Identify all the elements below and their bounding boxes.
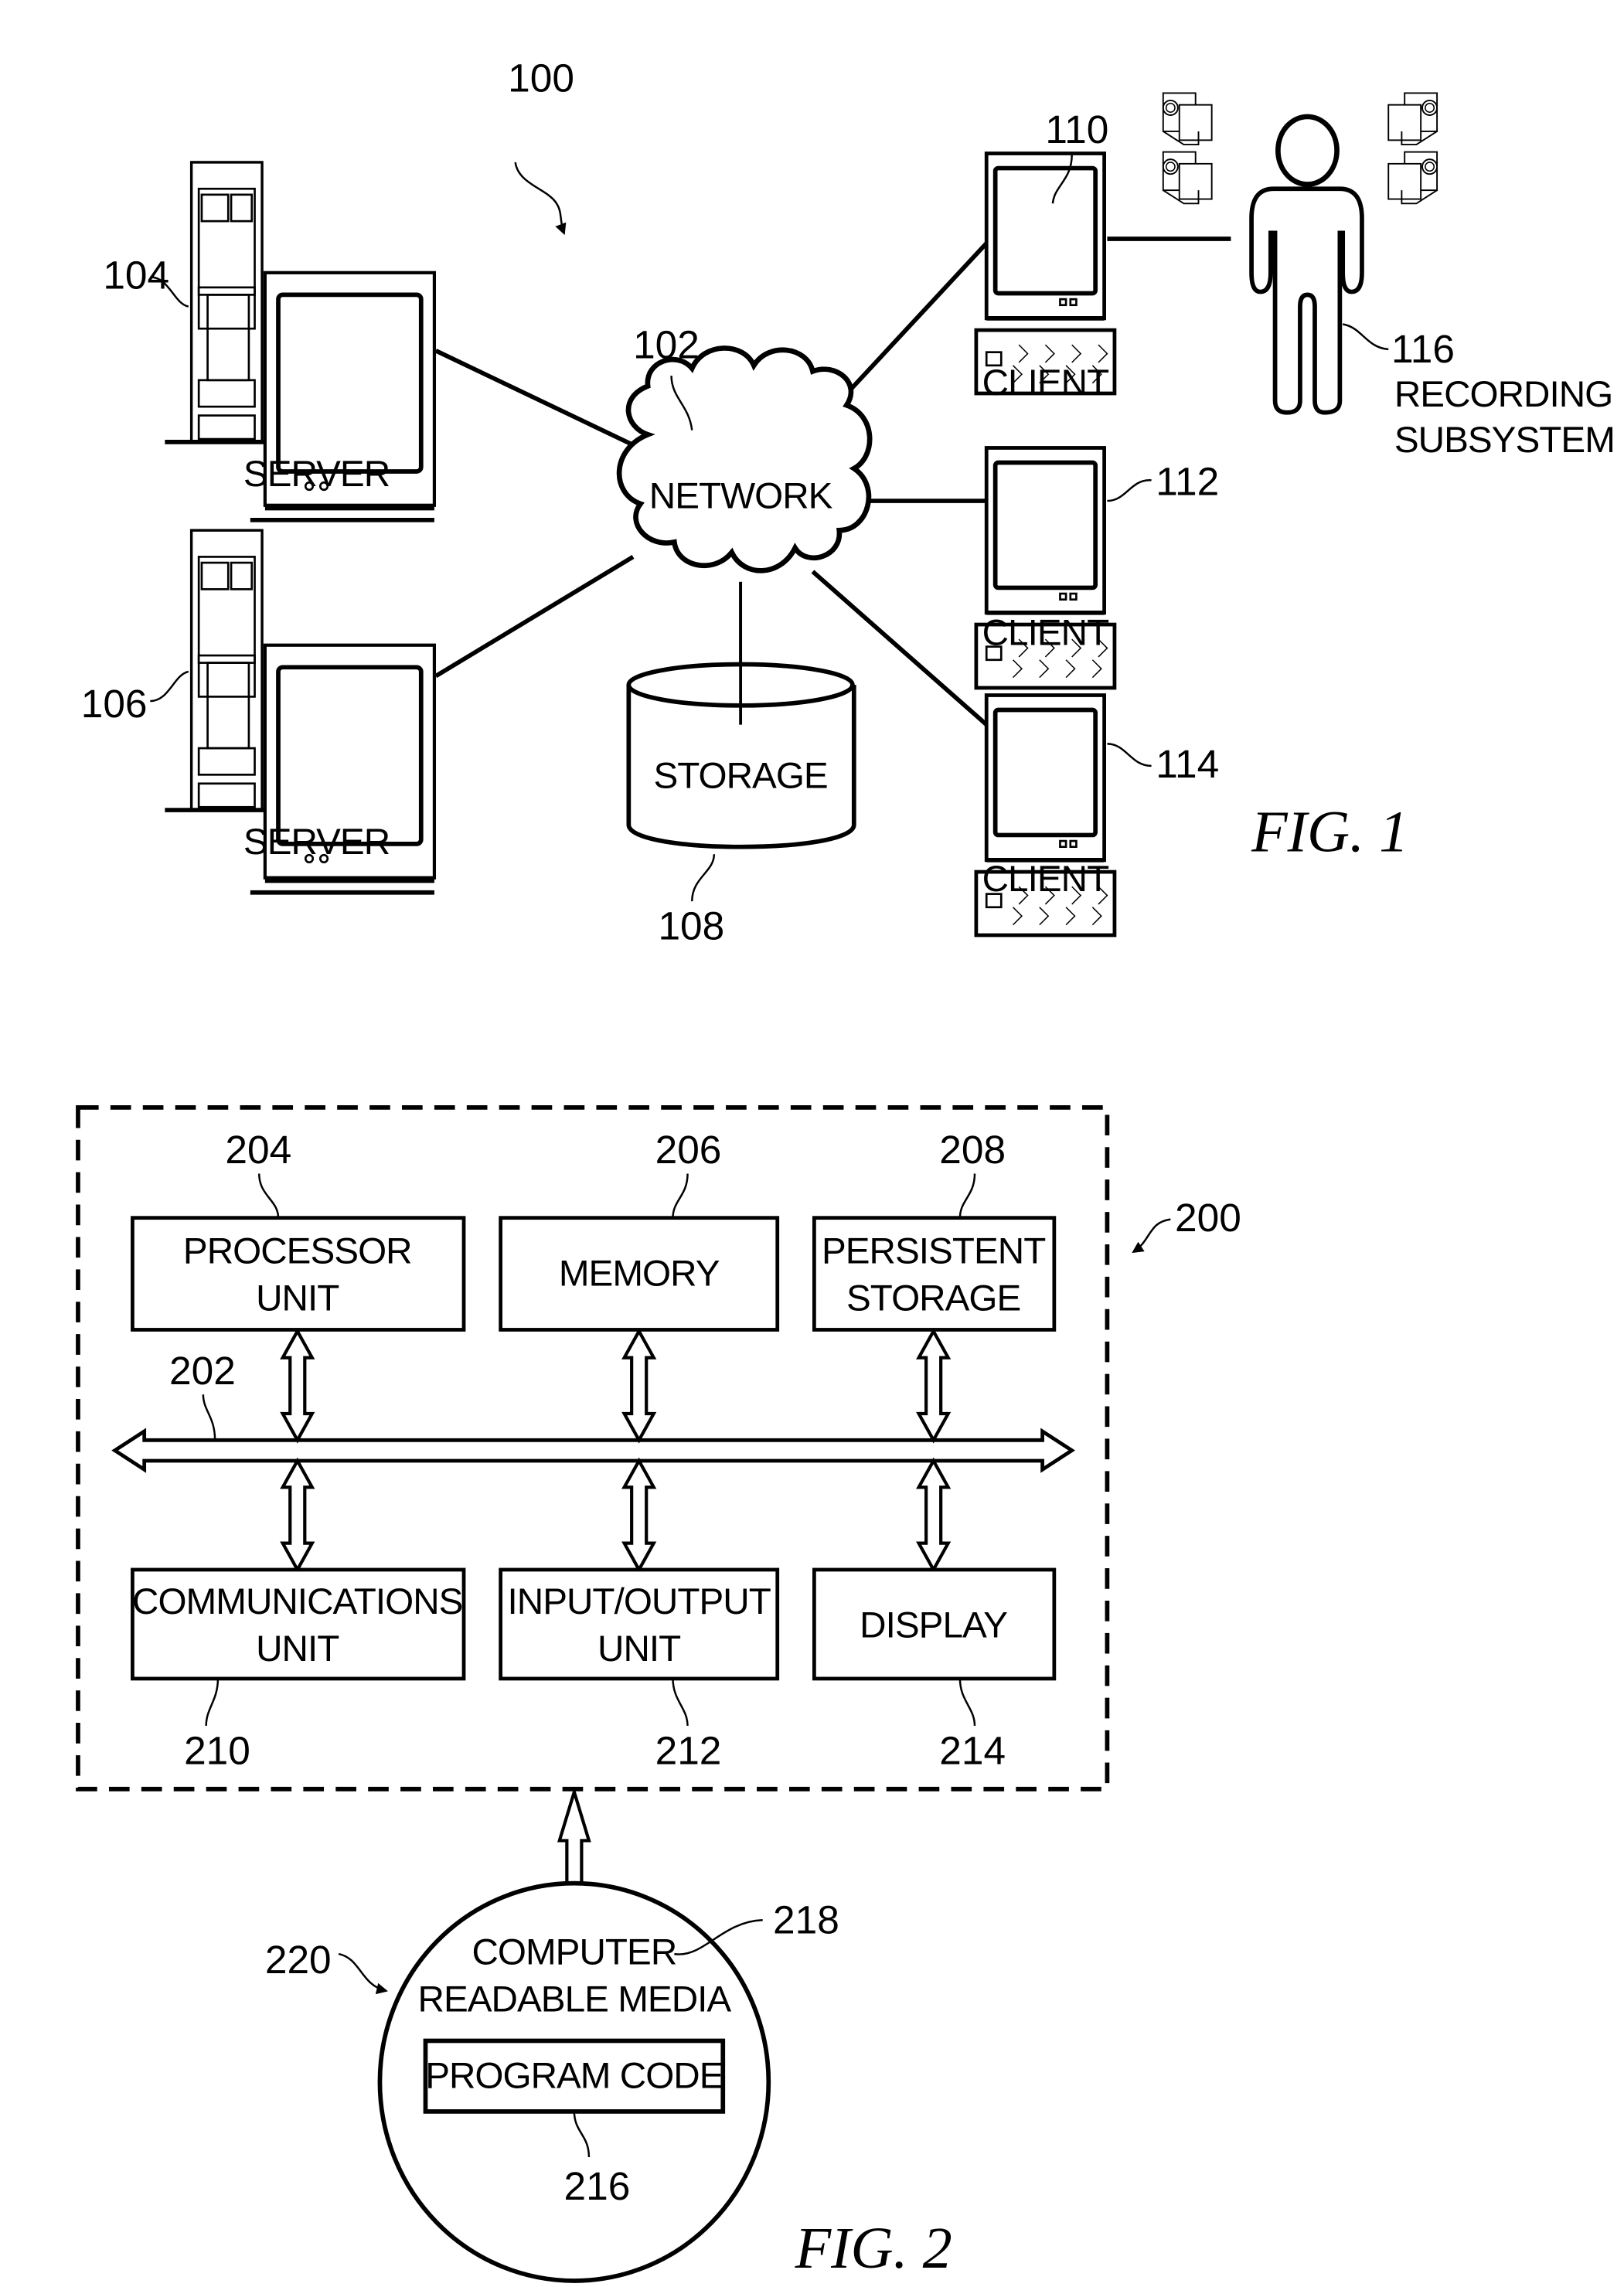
recording-label-line2: SUBSYSTEM <box>1394 420 1615 461</box>
ref-210: 210 <box>184 1727 250 1772</box>
storage-108[interactable]: STORAGE 108 <box>626 581 856 948</box>
ref-100: 100 <box>508 56 574 100</box>
ref-100-arrow <box>514 162 567 236</box>
block-label: INPUT/OUTPUT <box>508 1581 771 1622</box>
ref-202: 202 <box>169 1348 236 1393</box>
ref-214-leader <box>958 1678 976 1726</box>
server-104[interactable]: 104 SERVER <box>103 162 434 520</box>
camera-icon <box>1387 92 1438 146</box>
client-112[interactable]: CLIENT 112 <box>976 448 1219 687</box>
cloud-icon <box>616 345 873 573</box>
block-label: MEMORY <box>559 1253 720 1294</box>
ref-202-leader <box>202 1394 216 1441</box>
load-arrow <box>557 1786 591 1887</box>
bidirectional-arrow <box>916 1457 952 1574</box>
ref-106-leader <box>150 670 189 703</box>
recording-label-line1: RECORDING <box>1394 374 1612 415</box>
ref-204: 204 <box>225 1127 291 1172</box>
block-input-output-unit-212[interactable]: INPUT/OUTPUT UNIT 212 <box>499 1567 780 1772</box>
media-label-line1: COMPUTER <box>472 1931 676 1972</box>
client-114-label: CLIENT <box>982 859 1109 900</box>
storage-label: STORAGE <box>653 755 827 796</box>
block-display-214[interactable]: DISPLAY 214 <box>812 1567 1057 1772</box>
client-110-label: CLIENT <box>982 362 1109 403</box>
ref-116: 116 <box>1391 326 1455 371</box>
block-persistent-storage-208[interactable]: PERSISTENT STORAGE 208 <box>812 1127 1057 1332</box>
patent-drawing-sheet: 100 104 SERVER 106 SERVER NETWORK 102 ST… <box>76 56 1615 2283</box>
block-memory-206[interactable]: MEMORY 208 206 <box>499 1127 780 1332</box>
camera-icon <box>1162 151 1213 205</box>
ref-200: 200 <box>1175 1195 1241 1240</box>
bidirectional-arrow <box>280 1328 315 1444</box>
link-server-106 <box>434 554 635 679</box>
ref-108-leader <box>691 854 716 902</box>
block-processor-unit-204[interactable]: PROCESSOR UNIT 204 <box>131 1127 466 1332</box>
ref-208: 208 <box>939 1127 1006 1172</box>
fig1-diagram: 100 104 SERVER 106 SERVER NETWORK 102 ST… <box>81 56 1615 948</box>
client-110[interactable]: CLIENT 110 <box>976 107 1115 403</box>
ref-112: 112 <box>1156 458 1219 503</box>
block-label: DISPLAY <box>860 1605 1007 1646</box>
ref-210-leader <box>205 1678 220 1726</box>
block-label: UNIT <box>256 1628 339 1669</box>
ref-220-arrow <box>338 1952 388 1995</box>
block-communications-unit-210[interactable]: COMMUNICATIONS UNIT 210 <box>131 1567 466 1772</box>
bidirectional-arrow <box>280 1457 315 1574</box>
ref-216: 216 <box>564 2163 631 2208</box>
ref-108: 108 <box>658 904 724 948</box>
ref-206: 206 <box>655 1127 722 1172</box>
bus-double-arrow <box>111 1428 1076 1473</box>
camera-icon <box>1162 92 1213 146</box>
fig2-diagram: 200 PROCESSOR UNIT 204 MEMORY 208 206 PE… <box>76 1104 1241 2283</box>
bidirectional-arrow <box>621 1457 657 1574</box>
ref-114-leader <box>1107 743 1152 767</box>
block-label: PERSISTENT <box>822 1231 1045 1272</box>
ref-214: 214 <box>939 1727 1006 1772</box>
server-106[interactable]: 106 SERVER <box>81 530 434 893</box>
client-114[interactable]: CLIENT 114 <box>976 695 1219 934</box>
network-102[interactable]: NETWORK 102 <box>616 322 873 573</box>
recording-subsystem-116[interactable]: 116 RECORDING SUBSYSTEM <box>1162 92 1615 461</box>
server-104-label: SERVER <box>243 454 390 495</box>
ref-204-leader <box>258 1173 280 1218</box>
network-label: NETWORK <box>649 476 833 517</box>
ref-220: 220 <box>265 1937 332 1982</box>
ref-106: 106 <box>81 681 148 726</box>
program-code-label: PROGRAM CODE <box>425 2055 723 2096</box>
ref-212: 212 <box>655 1727 722 1772</box>
ref-208-leader <box>958 1173 976 1218</box>
ref-114: 114 <box>1156 741 1219 786</box>
bidirectional-arrow <box>916 1328 952 1444</box>
ref-206-leader <box>672 1173 689 1218</box>
ref-218: 218 <box>773 1897 839 1942</box>
server-106-label: SERVER <box>243 822 390 863</box>
ref-104: 104 <box>103 253 169 298</box>
media-label-line2: READABLE MEDIA <box>418 1979 732 2020</box>
ref-212-leader <box>672 1678 689 1726</box>
fig1-caption: FIG. 1 <box>1251 799 1408 864</box>
block-label: UNIT <box>256 1278 339 1319</box>
block-label: PROCESSOR <box>183 1231 412 1272</box>
link-server-104 <box>434 349 635 448</box>
fig2-caption: FIG. 2 <box>795 2216 952 2281</box>
ref-116-leader <box>1342 323 1389 351</box>
block-label: UNIT <box>598 1628 680 1669</box>
block-label: COMMUNICATIONS <box>132 1581 462 1622</box>
person-icon <box>1249 114 1364 415</box>
client-computer-icon <box>976 154 1115 393</box>
ref-200-arrow <box>1132 1218 1171 1254</box>
ref-112-leader <box>1107 479 1152 502</box>
ref-102: 102 <box>633 322 700 366</box>
block-label: STORAGE <box>846 1278 1020 1319</box>
camera-icon <box>1387 151 1438 205</box>
client-112-label: CLIENT <box>982 613 1109 654</box>
bidirectional-arrow <box>621 1328 657 1444</box>
ref-110: 110 <box>1045 107 1108 151</box>
